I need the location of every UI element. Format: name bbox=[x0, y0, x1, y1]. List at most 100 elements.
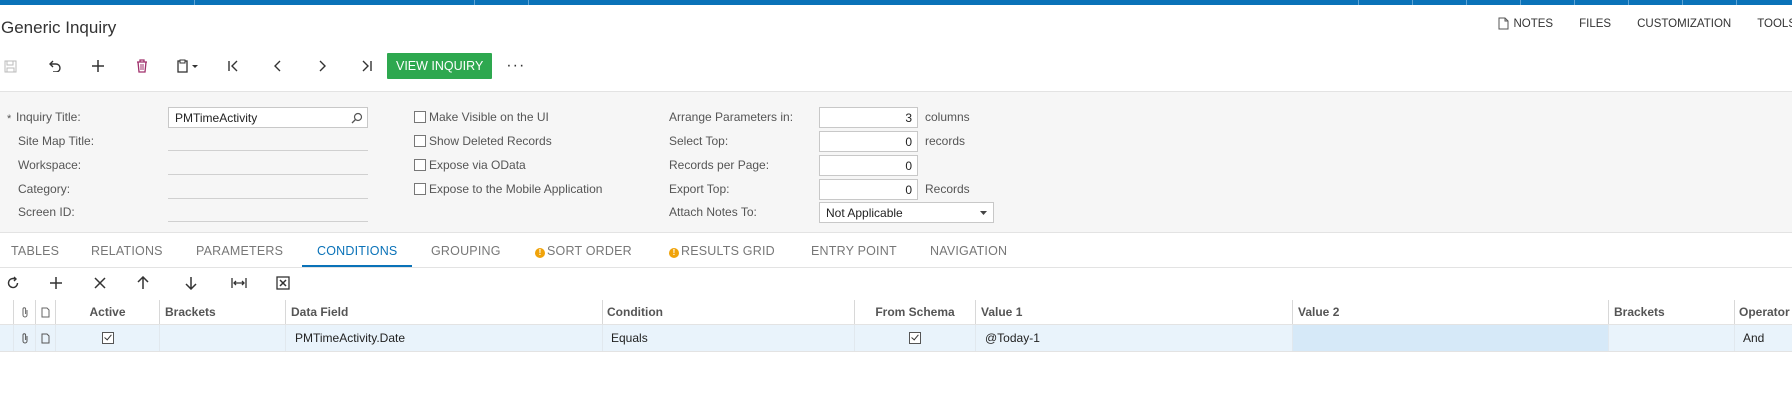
tab-sort-order[interactable]: ! SORT ORDER bbox=[535, 244, 632, 258]
arrange-params-label: Arrange Parameters in: bbox=[669, 110, 794, 124]
previous-record-button[interactable] bbox=[263, 53, 293, 79]
workspace-field[interactable] bbox=[168, 174, 368, 175]
col-header-from-schema[interactable]: From Schema bbox=[855, 300, 976, 324]
customization-button[interactable]: CUSTOMIZATION bbox=[1637, 17, 1731, 30]
attach-notes-select[interactable]: Not Applicable bbox=[819, 202, 994, 223]
cell-condition[interactable]: Equals bbox=[603, 325, 855, 351]
plus-icon bbox=[92, 60, 104, 72]
tab-results-grid-label: RESULTS GRID bbox=[681, 244, 775, 258]
files-label: FILES bbox=[1579, 17, 1612, 30]
tab-conditions[interactable]: CONDITIONS bbox=[317, 244, 397, 258]
tab-grouping[interactable]: GROUPING bbox=[431, 244, 501, 258]
expose-mobile-label: Expose to the Mobile Application bbox=[429, 182, 603, 196]
cell-value1[interactable]: @Today-1 bbox=[976, 325, 1293, 351]
cell-active[interactable] bbox=[56, 325, 160, 351]
refresh-button[interactable] bbox=[0, 270, 26, 296]
site-map-title-field[interactable] bbox=[168, 150, 368, 151]
main-toolbar: VIEW INQUIRY ··· bbox=[0, 53, 525, 79]
make-visible-checkbox[interactable]: Make Visible on the UI bbox=[414, 110, 549, 124]
chevron-right-icon bbox=[319, 60, 326, 72]
tab-entry-point[interactable]: ENTRY POINT bbox=[811, 244, 897, 258]
from-schema-checkbox[interactable] bbox=[909, 332, 921, 344]
row-selector[interactable] bbox=[0, 325, 14, 351]
inquiry-title-label: Inquiry Title: bbox=[16, 110, 81, 124]
move-up-button[interactable] bbox=[130, 270, 156, 296]
conditions-grid: Active Brackets Data Field Condition Fro… bbox=[0, 300, 1792, 352]
export-top-label: Export Top: bbox=[669, 182, 730, 196]
cell-operator[interactable]: And bbox=[1735, 325, 1792, 351]
records-per-page-label: Records per Page: bbox=[669, 158, 770, 172]
select-top-field[interactable]: 0 bbox=[819, 131, 918, 152]
cell-from-schema[interactable] bbox=[855, 325, 976, 351]
expose-odata-checkbox[interactable]: Expose via OData bbox=[414, 158, 526, 172]
move-down-button[interactable] bbox=[178, 270, 204, 296]
view-inquiry-button[interactable]: VIEW INQUIRY bbox=[387, 53, 493, 79]
col-header-value2[interactable]: Value 2 bbox=[1293, 300, 1609, 324]
save-button[interactable] bbox=[0, 53, 25, 79]
warning-icon: ! bbox=[669, 248, 679, 258]
clipboard-button[interactable] bbox=[171, 53, 205, 79]
fit-width-icon bbox=[231, 278, 247, 288]
search-icon[interactable] bbox=[351, 112, 363, 124]
records-per-page-field[interactable]: 0 bbox=[819, 155, 918, 176]
more-actions-button[interactable]: ··· bbox=[506, 57, 525, 75]
next-record-button[interactable] bbox=[307, 53, 337, 79]
notes-button[interactable]: NOTES bbox=[1498, 17, 1553, 30]
export-top-field[interactable]: 0 bbox=[819, 179, 918, 200]
delete-button[interactable] bbox=[127, 53, 157, 79]
export-top-unit: Records bbox=[925, 182, 970, 196]
cell-data-field[interactable]: PMTimeActivity.Date bbox=[286, 325, 603, 351]
note-icon bbox=[1498, 17, 1509, 30]
files-button[interactable]: FILES bbox=[1579, 17, 1611, 30]
col-header-active[interactable]: Active bbox=[56, 300, 160, 324]
show-deleted-checkbox[interactable]: Show Deleted Records bbox=[414, 134, 552, 148]
row-selector-header bbox=[0, 300, 14, 324]
checkbox-box[interactable] bbox=[414, 111, 426, 123]
col-header-data-field[interactable]: Data Field bbox=[286, 300, 603, 324]
tools-button[interactable]: TOOLS bbox=[1757, 17, 1792, 30]
add-button[interactable] bbox=[83, 53, 113, 79]
checkbox-box[interactable] bbox=[414, 135, 426, 147]
tab-results-grid[interactable]: ! RESULTS GRID bbox=[669, 244, 775, 258]
cell-brackets[interactable] bbox=[160, 325, 286, 351]
delete-row-button[interactable] bbox=[87, 270, 113, 296]
table-row[interactable]: PMTimeActivity.Date Equals @Today-1 And bbox=[0, 325, 1792, 351]
row-attachment-cell[interactable] bbox=[14, 325, 36, 351]
active-checkbox[interactable] bbox=[101, 332, 114, 344]
col-header-condition[interactable]: Condition bbox=[603, 300, 855, 324]
arrow-up-icon bbox=[137, 276, 149, 289]
paperclip-icon bbox=[22, 307, 27, 318]
cell-brackets-close[interactable] bbox=[1609, 325, 1735, 351]
required-mark: * bbox=[7, 113, 12, 125]
checkbox-box[interactable] bbox=[414, 183, 426, 195]
site-map-title-label: Site Map Title: bbox=[18, 134, 95, 148]
add-row-button[interactable] bbox=[43, 270, 69, 296]
note-icon bbox=[41, 307, 50, 317]
screen-id-field[interactable] bbox=[168, 221, 368, 222]
tab-relations[interactable]: RELATIONS bbox=[91, 244, 163, 258]
inquiry-title-field[interactable]: PMTimeActivity bbox=[168, 107, 368, 128]
tab-parameters[interactable]: PARAMETERS bbox=[196, 244, 283, 258]
first-record-button[interactable] bbox=[219, 53, 249, 79]
arrange-params-field[interactable]: 3 bbox=[819, 107, 918, 128]
category-field[interactable] bbox=[168, 198, 368, 199]
row-notes-cell[interactable] bbox=[36, 325, 56, 351]
refresh-icon bbox=[7, 276, 19, 289]
col-header-brackets-close[interactable]: Brackets bbox=[1609, 300, 1735, 324]
checkbox-box[interactable] bbox=[414, 159, 426, 171]
export-excel-button[interactable] bbox=[270, 270, 296, 296]
last-record-button[interactable] bbox=[351, 53, 381, 79]
undo-button[interactable] bbox=[39, 53, 69, 79]
make-visible-label: Make Visible on the UI bbox=[429, 110, 549, 124]
cell-value2[interactable] bbox=[1293, 325, 1609, 351]
expose-mobile-checkbox[interactable]: Expose to the Mobile Application bbox=[414, 182, 602, 196]
tab-navigation[interactable]: NAVIGATION bbox=[930, 244, 1007, 258]
col-header-brackets[interactable]: Brackets bbox=[160, 300, 286, 324]
fit-columns-button[interactable] bbox=[226, 270, 252, 296]
caret-down-icon bbox=[980, 211, 987, 215]
arrange-params-value: 3 bbox=[905, 110, 912, 125]
col-header-operator[interactable]: Operator bbox=[1735, 300, 1792, 324]
select-top-value: 0 bbox=[905, 134, 912, 149]
col-header-value1[interactable]: Value 1 bbox=[976, 300, 1293, 324]
tab-tables[interactable]: TABLES bbox=[11, 244, 59, 258]
